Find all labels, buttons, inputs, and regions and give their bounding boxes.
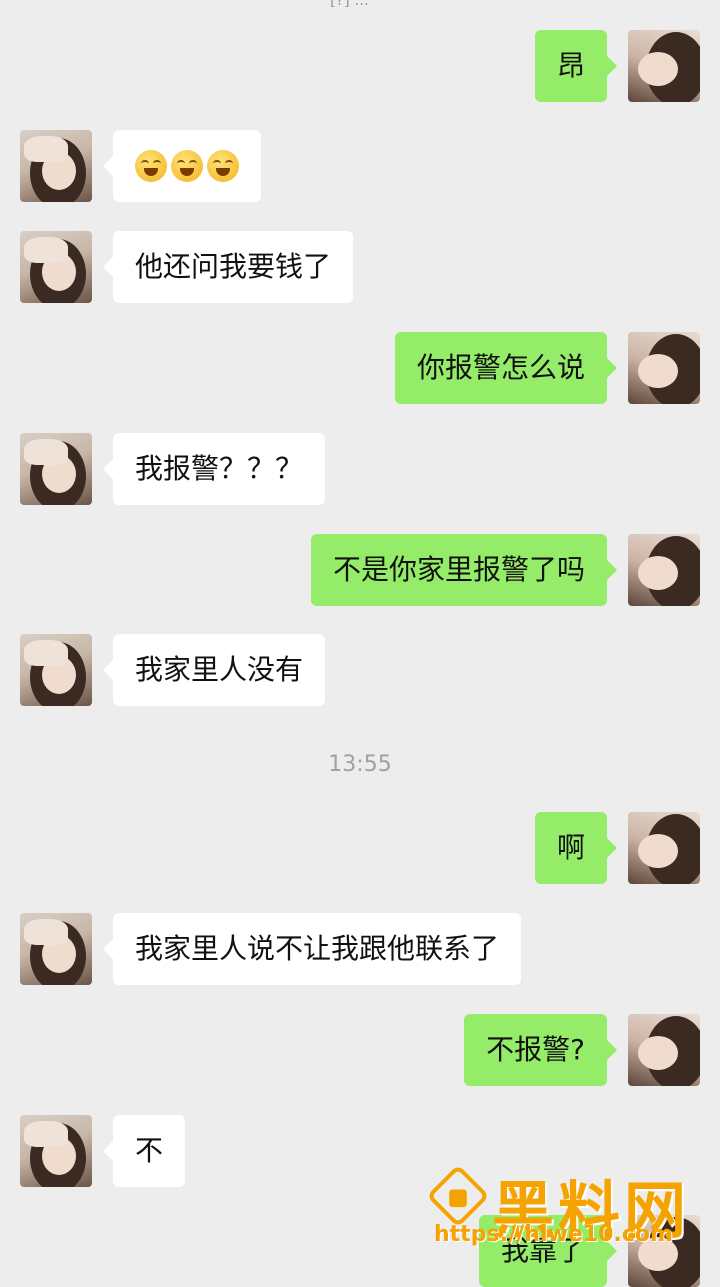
contact-avatar[interactable] (20, 1115, 92, 1187)
message-bubble-self[interactable]: 不是你家里报警了吗 (310, 534, 618, 606)
message-bubble-other[interactable]: 我报警？？？ (102, 433, 326, 505)
watermark-logo-icon (426, 1164, 490, 1228)
message-row: 啊 (0, 812, 720, 884)
message-row: 昂 (0, 30, 720, 102)
message-row: 他还问我要钱了 (0, 231, 720, 303)
message-bubble-other[interactable]: 我家里人说不让我跟他联系了 (102, 913, 522, 985)
message-row: 你报警怎么说 (0, 332, 720, 404)
laughing-crying-emoji (171, 150, 203, 182)
self-avatar[interactable] (628, 30, 700, 102)
message-bubble-self[interactable]: 不报警? (464, 1014, 617, 1086)
contact-avatar[interactable] (20, 231, 92, 303)
message-timestamp: 13:55 (328, 752, 392, 777)
message-row: 我家里人没有 (0, 634, 720, 706)
contact-avatar[interactable] (20, 634, 92, 706)
message-bubble-other[interactable]: 我家里人没有 (102, 634, 326, 706)
top-status-text: [?] ... (330, 0, 369, 9)
message-row: 不报警? (0, 1014, 720, 1086)
message-bubble-self[interactable]: 你报警怎么说 (394, 332, 618, 404)
message-bubble-self[interactable]: 啊 (534, 812, 618, 884)
contact-avatar[interactable] (20, 913, 92, 985)
contact-avatar[interactable] (20, 130, 92, 202)
message-bubble-self[interactable]: 昂 (534, 30, 618, 102)
message-bubble-other[interactable]: 他还问我要钱了 (102, 231, 354, 303)
laughing-crying-emoji (135, 150, 167, 182)
message-row: 不是你家里报警了吗 (0, 534, 720, 606)
message-bubble-other[interactable]: 不 (102, 1115, 186, 1187)
message-row: 我报警？？？ (0, 433, 720, 505)
self-avatar[interactable] (628, 332, 700, 404)
laughing-crying-emoji (207, 150, 239, 182)
site-watermark: 黑料网 https://hlwe10.com (426, 1162, 720, 1280)
top-status-strip: [?] ... (0, 0, 720, 12)
self-avatar[interactable] (628, 812, 700, 884)
message-row: 我家里人说不让我跟他联系了 (0, 913, 720, 985)
watermark-url: https://hlwe10.com (434, 1222, 673, 1247)
message-bubble-other[interactable] (103, 130, 261, 202)
self-avatar[interactable] (628, 1014, 700, 1086)
message-row (0, 130, 720, 202)
chat-view: [?] ... 昂 他还问我要钱了 你报警怎么说 我报警？？？ 不是你家里报警了… (0, 0, 720, 1287)
self-avatar[interactable] (628, 534, 700, 606)
contact-avatar[interactable] (20, 433, 92, 505)
